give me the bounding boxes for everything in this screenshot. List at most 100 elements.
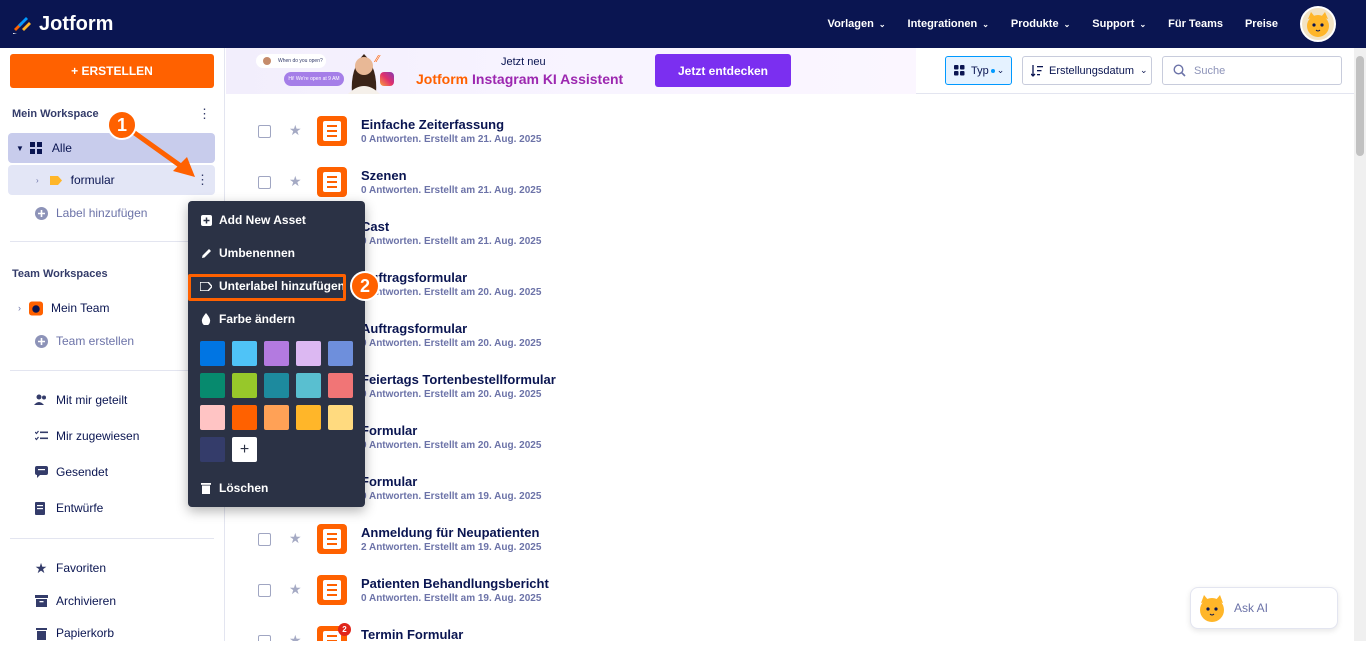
form-list: ★ Einfache Zeiterfassung 0 Antworten. Er… (226, 95, 1354, 641)
star-icon: ★ (34, 559, 48, 576)
color-swatch[interactable] (200, 373, 225, 398)
row-checkbox[interactable] (258, 176, 271, 189)
sidebar-item-shared[interactable]: Mit mir geteilt (8, 385, 215, 415)
color-swatch[interactable] (264, 341, 289, 366)
form-title[interactable]: Cast (361, 219, 389, 234)
workspace-more-icon[interactable]: ⋮ (198, 106, 211, 122)
sidebar-item-sent[interactable]: Gesendet (8, 457, 215, 487)
star-icon[interactable]: ★ (289, 581, 302, 598)
row-checkbox[interactable] (258, 584, 271, 597)
form-row[interactable]: ★ Anmeldung für Neupatienten 2 Antworten… (226, 518, 1346, 569)
create-button[interactable]: + ERSTELLEN (10, 54, 214, 88)
type-filter-label: Typ (971, 64, 989, 77)
nav-vorlagen-label: Vorlagen (827, 18, 874, 30)
draft-icon (34, 501, 48, 515)
star-icon[interactable]: ★ (289, 530, 302, 547)
form-title[interactable]: Termin Formular (361, 627, 463, 641)
sort-button[interactable]: Erstellungsdatum ⌄ (1022, 56, 1152, 85)
color-swatch[interactable] (296, 373, 321, 398)
sidebar-item-archive[interactable]: Archivieren (8, 586, 215, 616)
sidebar-item-favorites[interactable]: ★ Favoriten (8, 553, 215, 583)
color-swatch[interactable] (264, 405, 289, 430)
color-swatch[interactable] (232, 341, 257, 366)
color-swatch[interactable] (296, 405, 321, 430)
color-swatch[interactable] (328, 373, 353, 398)
color-swatch[interactable] (296, 341, 321, 366)
add-color-button[interactable]: + (232, 437, 257, 462)
form-title[interactable]: Szenen (361, 168, 407, 183)
add-label-button[interactable]: Label hinzufügen (8, 198, 215, 228)
add-label-text: Label hinzufügen (56, 206, 148, 220)
sidebar-item-trash[interactable]: Papierkorb (8, 618, 215, 648)
label-tag-icon (49, 173, 63, 187)
form-row[interactable]: ★ Auftragsformular 0 Antworten. Erstellt… (226, 263, 1346, 314)
header-bar: When do you open? Hi! We're open at 9 AM… (226, 48, 1354, 94)
star-icon[interactable]: ★ (289, 173, 302, 190)
scrollbar[interactable] (1354, 48, 1366, 641)
form-row[interactable]: ★ Cast 0 Antworten. Erstellt am 21. Aug.… (226, 212, 1346, 263)
nav-vorlagen[interactable]: Vorlagen ⌄ (828, 18, 886, 30)
sidebar-item-drafts[interactable]: Entwürfe (8, 493, 215, 523)
scrollbar-thumb[interactable] (1356, 56, 1364, 156)
type-filter-button[interactable]: Typ ⌄ (945, 56, 1012, 85)
discover-now-button[interactable]: Jetzt entdecken (655, 54, 791, 87)
trash-icon (200, 482, 212, 494)
form-title[interactable]: Einfache Zeiterfassung (361, 117, 504, 132)
form-title[interactable]: Auftragsformular (361, 321, 467, 336)
ask-ai-button[interactable]: Ask AI (1190, 587, 1338, 629)
color-swatch[interactable] (200, 341, 225, 366)
form-title[interactable]: Patienten Behandlungsbericht (361, 576, 549, 591)
nav-produkte[interactable]: Produkte ⌄ (1011, 18, 1070, 30)
sidebar-item-assigned[interactable]: Mir zugewiesen (8, 421, 215, 451)
menu-item-delete[interactable]: Löschen (188, 474, 365, 502)
form-title[interactable]: Formular (361, 474, 417, 489)
form-row[interactable]: ★ Feiertags Tortenbestellformular 0 Antw… (226, 365, 1346, 416)
form-row[interactable]: ★ Auftragsformular 0 Antworten. Erstellt… (226, 314, 1346, 365)
form-meta: 0 Antworten. Erstellt am 19. Aug. 2025 (361, 593, 542, 604)
create-team-button[interactable]: Team erstellen (8, 326, 215, 356)
color-swatch[interactable] (328, 341, 353, 366)
search-input[interactable]: Suche (1162, 56, 1342, 85)
chevron-down-icon: ⌄ (1063, 19, 1071, 29)
nav-fur-teams[interactable]: Für Teams (1168, 18, 1223, 30)
form-title[interactable]: Formular (361, 423, 417, 438)
jotform-logo[interactable]: Jotform (12, 13, 113, 36)
nav-preise[interactable]: Preise (1245, 18, 1278, 30)
form-row[interactable]: ★ Formular 0 Antworten. Erstellt am 20. … (226, 416, 1346, 467)
color-swatch[interactable] (232, 405, 257, 430)
cat-avatar-icon (1307, 12, 1329, 37)
menu-item-add-asset[interactable]: Add New Asset (188, 206, 365, 234)
color-swatch[interactable] (200, 405, 225, 430)
color-swatch[interactable] (328, 405, 353, 430)
caret-down-icon: ▼ (16, 143, 24, 153)
jotform-mini-logo-icon: ⁄⁄ (376, 54, 380, 65)
row-checkbox[interactable] (258, 533, 271, 546)
form-title[interactable]: Anmeldung für Neupatienten (361, 525, 539, 540)
menu-item-rename[interactable]: Umbenennen (188, 239, 365, 267)
color-swatch[interactable] (264, 373, 289, 398)
sidebar-item-alle-label: Alle (51, 141, 72, 155)
form-row[interactable]: ★ 2 Termin Formular (226, 620, 1346, 641)
color-swatch[interactable] (232, 373, 257, 398)
form-row[interactable]: ★ Szenen 0 Antworten. Erstellt am 21. Au… (226, 161, 1346, 212)
menu-item-change-color[interactable]: Farbe ändern (188, 305, 365, 333)
nav-support-label: Support (1092, 18, 1135, 30)
nav-integrationen[interactable]: Integrationen ⌄ (908, 18, 989, 30)
star-icon[interactable]: ★ (289, 632, 302, 641)
form-title[interactable]: Feiertags Tortenbestellformular (361, 372, 556, 387)
user-avatar[interactable] (1300, 6, 1336, 42)
sidebar-item-my-team[interactable]: › Mein Team (8, 293, 215, 323)
form-row[interactable]: ★ Patienten Behandlungsbericht 0 Antwort… (226, 569, 1346, 620)
promo-banner: When do you open? Hi! We're open at 9 AM… (226, 48, 916, 94)
notification-badge: 2 (338, 623, 351, 636)
form-row[interactable]: ★ Einfache Zeiterfassung 0 Antworten. Er… (226, 110, 1346, 161)
star-icon[interactable]: ★ (289, 122, 302, 139)
color-swatch[interactable] (200, 437, 225, 462)
row-checkbox[interactable] (258, 125, 271, 138)
form-meta: 0 Antworten. Erstellt am 21. Aug. 2025 (361, 134, 542, 145)
form-row[interactable]: ★ Formular 0 Antworten. Erstellt am 19. … (226, 467, 1346, 518)
nav-support[interactable]: Support ⌄ (1092, 18, 1146, 30)
search-placeholder: Suche (1194, 64, 1226, 77)
form-icon (317, 575, 347, 605)
row-checkbox[interactable] (258, 635, 271, 641)
